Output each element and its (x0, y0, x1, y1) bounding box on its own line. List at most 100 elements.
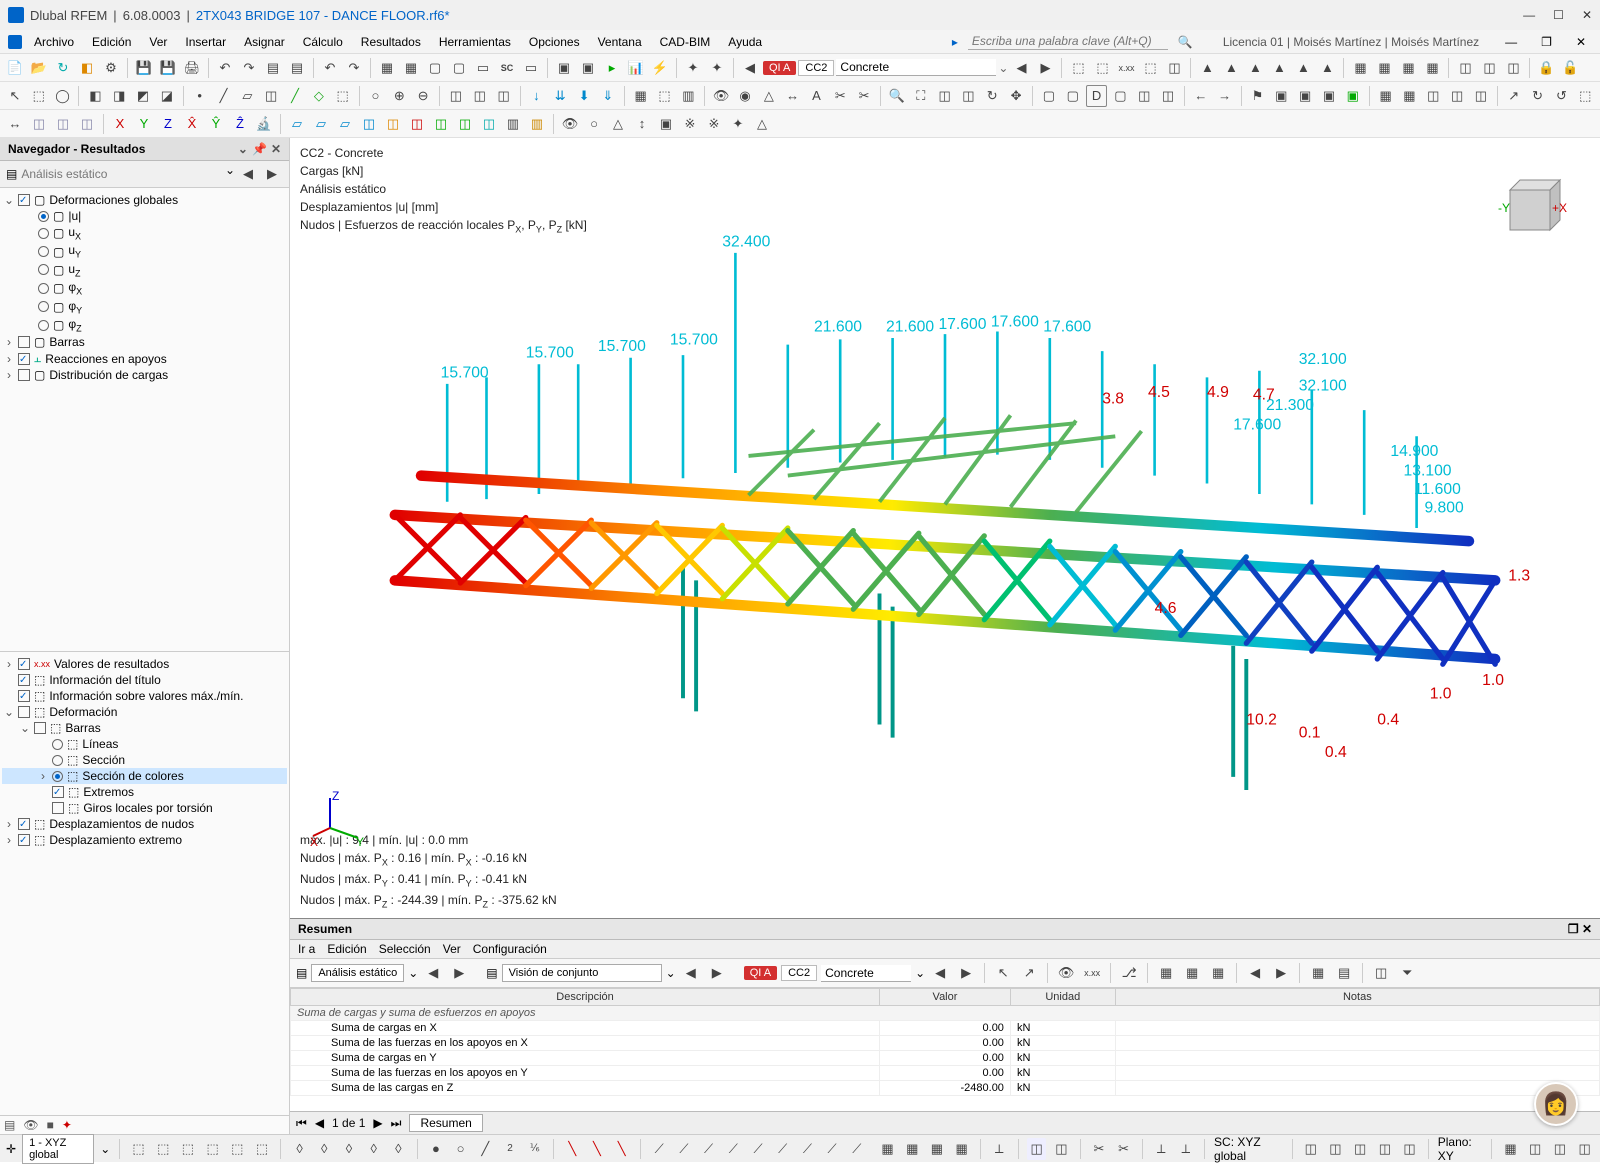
sb-i6-icon[interactable]: ⬚ (253, 1138, 272, 1160)
display1-icon[interactable]: ▢ (1038, 85, 1060, 107)
sb-e2-icon[interactable]: ◫ (1526, 1138, 1545, 1160)
chk-deformaciones[interactable] (18, 194, 30, 206)
calc2-icon[interactable]: ▣ (577, 57, 599, 79)
minimize-button[interactable]: — (1523, 8, 1535, 22)
sb-cl2-icon[interactable]: ✂ (1114, 1138, 1133, 1160)
menu-ventana[interactable]: Ventana (592, 33, 648, 51)
nav-chevron-icon[interactable]: ⌄ (238, 142, 248, 156)
sum-tab-resumen[interactable]: Resumen (409, 1114, 482, 1132)
load-node-icon[interactable]: ↓ (525, 85, 547, 107)
grid-icon[interactable]: ▦ (376, 57, 398, 79)
sb-d2-icon[interactable]: ⟋ (675, 1138, 694, 1160)
sb-g1-icon[interactable]: ▦ (878, 1138, 897, 1160)
sb-a1-icon[interactable]: ⟂ (1152, 1138, 1171, 1160)
sb-c5-icon[interactable]: ⅙ (525, 1138, 544, 1160)
clip-icon[interactable]: ✂ (829, 85, 851, 107)
block-icon[interactable]: ◧ (76, 57, 98, 79)
menu-cadbim[interactable]: CAD-BIM (654, 33, 717, 51)
render3-icon[interactable]: ◫ (1422, 85, 1444, 107)
view1-icon[interactable]: ⬚ (1067, 57, 1089, 79)
chart-icon[interactable]: 📊 (625, 57, 647, 79)
color3-icon[interactable]: ▣ (1318, 85, 1340, 107)
sb-d4-icon[interactable]: ⟋ (724, 1138, 743, 1160)
blue2-icon[interactable]: ▱ (310, 113, 332, 135)
results-icon[interactable]: ✦ (682, 57, 704, 79)
axis-x-icon[interactable]: X (109, 113, 131, 135)
color4-icon[interactable]: ▣ (1342, 85, 1364, 107)
section-icon[interactable]: ⊕ (388, 85, 410, 107)
move-right-icon[interactable]: → (1214, 85, 1236, 107)
sum-menu-config[interactable]: Configuración (473, 942, 547, 956)
sb-r1-icon[interactable]: ╲ (563, 1138, 582, 1160)
sb-d5-icon[interactable]: ⟋ (749, 1138, 768, 1160)
sb-cl1-icon[interactable]: ✂ (1090, 1138, 1109, 1160)
eye2-icon[interactable]: 👁 (559, 113, 581, 135)
menu-opciones[interactable]: Opciones (523, 33, 586, 51)
view3-icon[interactable]: ⬚ (1139, 57, 1161, 79)
save-all-icon[interactable]: 💾 (157, 57, 179, 79)
radio-seccion[interactable] (52, 755, 63, 766)
doc-icon[interactable]: ▤ (262, 57, 284, 79)
member-icon[interactable]: ╱ (284, 85, 306, 107)
menu-resultados[interactable]: Resultados (355, 33, 427, 51)
sb-c4-icon[interactable]: 2 (501, 1138, 520, 1160)
axis-y2-icon[interactable]: Ŷ (205, 113, 227, 135)
menu-insertar[interactable]: Insertar (179, 33, 232, 51)
clip2-icon[interactable]: ✂ (853, 85, 875, 107)
sb-g2-icon[interactable]: ▦ (903, 1138, 922, 1160)
supp-a-icon[interactable]: △ (607, 113, 629, 135)
fit-icon[interactable]: ⛶ (910, 85, 932, 107)
chk-despnudos[interactable] (18, 818, 30, 830)
hinge-icon[interactable]: ○ (365, 85, 387, 107)
sb-d7-icon[interactable]: ⟋ (798, 1138, 817, 1160)
member2-icon[interactable]: ◇ (308, 85, 330, 107)
sum-tab1-icon[interactable]: ▦ (1155, 962, 1177, 984)
tree-valores[interactable]: Valores de resultados (54, 657, 169, 671)
sb-c1-icon[interactable]: ● (427, 1138, 446, 1160)
toggle-icon[interactable]: ▭ (520, 57, 542, 79)
sum-eye-icon[interactable]: 👁 (1055, 962, 1077, 984)
solid-icon[interactable]: ◫ (260, 85, 282, 107)
axis-z-icon[interactable]: Z (157, 113, 179, 135)
view-cube[interactable]: -Y +X (1490, 168, 1570, 248)
support-icon[interactable]: ▲ (1196, 57, 1218, 79)
chk-barras[interactable] (18, 336, 30, 348)
keyword-input[interactable] (968, 33, 1168, 50)
opt-icon[interactable]: ⚡ (649, 57, 671, 79)
sum-xx-icon[interactable]: x.xx (1081, 962, 1103, 984)
eye-icon[interactable]: 👁 (710, 85, 732, 107)
red1-icon[interactable]: ◫ (406, 113, 428, 135)
sum-menu-ver[interactable]: Ver (443, 942, 461, 956)
sb-snap4-icon[interactable]: ◊ (364, 1138, 383, 1160)
radio-phix[interactable] (38, 283, 49, 294)
measure-icon[interactable]: △ (758, 85, 780, 107)
menu-archivo[interactable]: Archivo (28, 33, 80, 51)
sb-e4-icon[interactable]: ◫ (1575, 1138, 1594, 1160)
new-file-icon[interactable]: 📄 (4, 57, 26, 79)
rotate-ccw-icon[interactable]: ↺ (1550, 85, 1572, 107)
nav-sub-chevron-icon[interactable]: ⌄ (225, 163, 235, 185)
chk-barras2[interactable] (34, 722, 46, 734)
axis-y-icon[interactable]: Y (133, 113, 155, 135)
caret-reac-icon[interactable]: › (4, 352, 14, 366)
render2-icon[interactable]: ▦ (1399, 85, 1421, 107)
menu-ver[interactable]: Ver (143, 33, 173, 51)
tree-giros[interactable]: Giros locales por torsión (83, 801, 212, 815)
pan-icon[interactable]: ✥ (1005, 85, 1027, 107)
caret-dist-icon[interactable]: › (4, 368, 14, 382)
doc-restore-button[interactable]: ❐ (1535, 33, 1558, 51)
axis-x2-icon[interactable]: X̂ (181, 113, 203, 135)
sb-snap2-icon[interactable]: ◊ (315, 1138, 334, 1160)
dim4-icon[interactable]: ※ (679, 113, 701, 135)
chk-reacciones[interactable] (18, 353, 30, 365)
tree-deformacion[interactable]: Deformación (49, 705, 117, 719)
sb-d1-icon[interactable]: ⟋ (650, 1138, 669, 1160)
sum-next2-icon[interactable]: ▶ (706, 962, 728, 984)
support5-icon[interactable]: ▲ (1292, 57, 1314, 79)
tree-phiy[interactable]: φY (68, 299, 82, 315)
dim6-icon[interactable]: ✦ (727, 113, 749, 135)
status-view-dd[interactable]: 1 - XYZ global (22, 1134, 94, 1164)
sb-pl1-icon[interactable]: ◫ (1027, 1138, 1046, 1160)
sb-p2-icon[interactable]: ◫ (1326, 1138, 1345, 1160)
summary-restore-icon[interactable]: ❐ (1568, 922, 1579, 936)
